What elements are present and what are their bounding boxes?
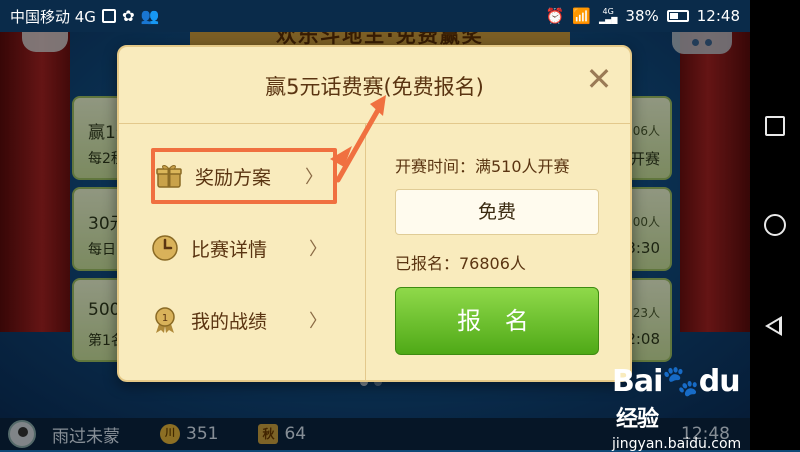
- battery-percent: 38%: [625, 7, 659, 25]
- status-bar: 中国移动 4G ✿ 👥 ⏰ 📶 4G ▂▄▆ 38% 12:48: [0, 0, 750, 32]
- signup-button[interactable]: 报 名: [395, 287, 599, 355]
- menu-item-record[interactable]: 1 我的战绩 〉: [151, 292, 337, 348]
- menu-item-label: 奖励方案: [195, 166, 272, 189]
- battery-icon: [666, 10, 689, 22]
- status-time: 12:48: [696, 7, 740, 25]
- enrolled-count: 已报名：76806人: [395, 254, 526, 273]
- svg-text:1: 1: [162, 313, 168, 324]
- chevron-right-icon: 〉: [309, 239, 327, 260]
- gift-icon: [155, 162, 183, 190]
- signal-icon: 4G ▂▄▆: [598, 7, 618, 24]
- people-icon: 👥: [140, 7, 160, 25]
- entry-fee-box: 免费: [395, 189, 599, 235]
- baidu-watermark: Bai🐾du经验 jingyan.baidu.com: [612, 364, 762, 452]
- clock-icon: [151, 234, 179, 262]
- image-icon: [101, 9, 116, 23]
- close-icon[interactable]: ✕: [584, 63, 614, 95]
- menu-item-details[interactable]: 比赛详情 〉: [151, 220, 337, 276]
- match-dialog: 赢5元话费赛(免费报名) ✕ 奖励方案 〉 比赛详情 〉 1 我的战绩 〉 开赛…: [117, 45, 632, 382]
- paw-icon: 🐾: [662, 364, 699, 399]
- chevron-right-icon: 〉: [309, 311, 327, 332]
- divider: [119, 123, 630, 124]
- watermark-logo: Bai🐾du经验: [612, 364, 741, 432]
- back-nav-button[interactable]: [765, 316, 782, 336]
- alarm-icon: ⏰: [545, 7, 565, 25]
- chevron-right-icon: 〉: [305, 167, 323, 188]
- carrier-label: 中国移动 4G: [10, 7, 96, 26]
- home-button[interactable]: [764, 214, 786, 236]
- medal-icon: 1: [151, 306, 179, 334]
- recent-apps-button[interactable]: [765, 116, 785, 136]
- dialog-title: 赢5元话费赛(免费报名): [265, 75, 484, 99]
- menu-item-label: 我的战绩: [191, 310, 268, 333]
- app-icon: ✿: [121, 7, 135, 25]
- divider: [365, 124, 366, 382]
- wifi-icon: 📶: [572, 7, 591, 25]
- menu-item-rewards[interactable]: 奖励方案 〉: [151, 148, 337, 204]
- start-time-label: 开赛时间：满510人开赛: [395, 157, 570, 176]
- menu-item-label: 比赛详情: [191, 238, 268, 261]
